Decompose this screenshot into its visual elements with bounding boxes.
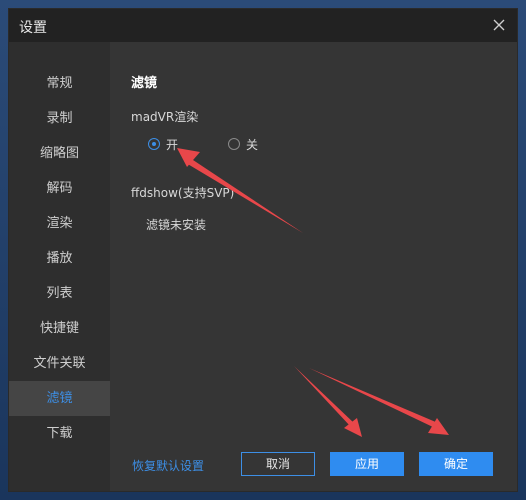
sidebar-item-decode[interactable]: 解码 bbox=[9, 171, 110, 206]
sidebar-item-list[interactable]: 列表 bbox=[9, 276, 110, 311]
sidebar-item-playback[interactable]: 播放 bbox=[9, 241, 110, 276]
sidebar-item-record[interactable]: 录制 bbox=[9, 101, 110, 136]
madvr-on-label: 开 bbox=[166, 137, 179, 152]
ffdshow-status: 滤镜未安装 bbox=[146, 218, 207, 232]
reset-defaults-link[interactable]: 恢复默认设置 bbox=[132, 457, 204, 474]
sidebar-item-download[interactable]: 下载 bbox=[9, 416, 110, 451]
ffdshow-label: ffdshow(支持SVP) bbox=[131, 186, 235, 200]
sidebar-item-filters[interactable]: 滤镜 bbox=[9, 381, 110, 416]
radio-unchecked-icon bbox=[228, 138, 240, 150]
window-title: 设置 bbox=[19, 20, 47, 36]
sidebar-item-general[interactable]: 常规 bbox=[9, 66, 110, 101]
settings-content: 滤镜 madVR渲染 开 关 ffdshow(支持SVP) 滤镜未安装 恢复默认… bbox=[110, 42, 517, 491]
confirm-button[interactable]: 确定 bbox=[419, 452, 493, 476]
settings-sidebar: 常规 录制 缩略图 解码 渲染 播放 列表 快捷键 文件关联 滤镜 下载 bbox=[9, 42, 110, 491]
madvr-label: madVR渲染 bbox=[131, 110, 199, 124]
madvr-off-label: 关 bbox=[246, 137, 259, 152]
close-icon[interactable] bbox=[489, 15, 509, 35]
section-title: 滤镜 bbox=[131, 76, 158, 91]
title-bar: 设置 bbox=[9, 9, 517, 42]
madvr-on-radio[interactable]: 开 bbox=[148, 136, 178, 152]
sidebar-item-file-association[interactable]: 文件关联 bbox=[9, 346, 110, 381]
sidebar-item-thumbnail[interactable]: 缩略图 bbox=[9, 136, 110, 171]
radio-checked-icon bbox=[148, 138, 160, 150]
settings-dialog: 设置 常规 录制 缩略图 解码 渲染 播放 列表 快捷键 文件关联 滤镜 下载 … bbox=[9, 9, 517, 491]
sidebar-item-shortcuts[interactable]: 快捷键 bbox=[9, 311, 110, 346]
madvr-off-radio[interactable]: 关 bbox=[228, 136, 258, 152]
sidebar-item-render[interactable]: 渲染 bbox=[9, 206, 110, 241]
apply-button[interactable]: 应用 bbox=[330, 452, 404, 476]
cancel-button[interactable]: 取消 bbox=[241, 452, 315, 476]
